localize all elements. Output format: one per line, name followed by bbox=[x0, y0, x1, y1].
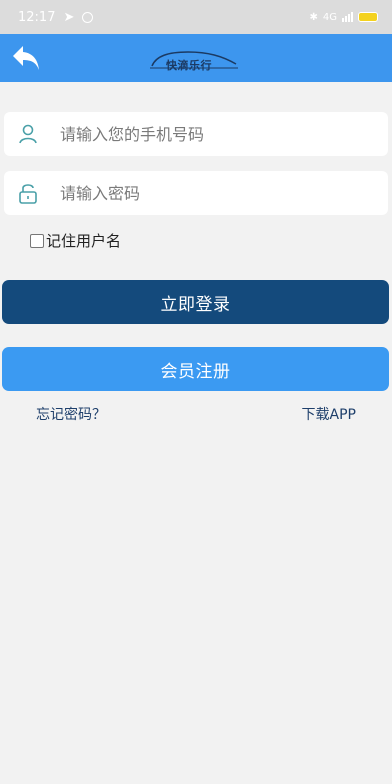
status-bar: 12:17 ➤ ✱ 4G bbox=[0, 0, 392, 34]
status-right: ✱ 4G bbox=[309, 12, 378, 23]
forgot-password-link[interactable]: 忘记密码？ bbox=[36, 404, 106, 424]
status-left: 12:17 ➤ bbox=[18, 9, 94, 25]
telegram-icon: ➤ bbox=[63, 9, 75, 25]
lock-icon bbox=[8, 171, 48, 215]
back-button[interactable] bbox=[8, 40, 44, 76]
password-field[interactable] bbox=[4, 171, 388, 215]
remember-username[interactable]: 记住用户名 bbox=[30, 230, 121, 251]
network-label: 4G bbox=[322, 11, 337, 23]
logo-text: 快滴乐行 bbox=[166, 59, 212, 72]
remember-label: 记住用户名 bbox=[46, 232, 122, 250]
app-logo: 快滴乐行 bbox=[148, 44, 240, 74]
login-button[interactable]: 立即登录 bbox=[2, 280, 389, 324]
user-icon bbox=[8, 112, 48, 156]
phone-field[interactable] bbox=[4, 112, 388, 156]
register-button[interactable]: 会员注册 bbox=[2, 347, 389, 391]
signal-icon bbox=[342, 12, 353, 22]
password-input[interactable] bbox=[60, 183, 360, 203]
back-arrow-icon bbox=[13, 46, 39, 70]
bluetooth-icon: ✱ bbox=[309, 11, 318, 23]
remember-checkbox[interactable] bbox=[30, 233, 44, 248]
phone-input[interactable] bbox=[60, 124, 360, 144]
app-bar: 快滴乐行 bbox=[0, 34, 392, 82]
battery-icon bbox=[358, 12, 378, 22]
status-time: 12:17 bbox=[18, 9, 56, 25]
download-app-link[interactable]: 下载APP bbox=[302, 404, 356, 424]
notification-icon bbox=[82, 11, 94, 23]
